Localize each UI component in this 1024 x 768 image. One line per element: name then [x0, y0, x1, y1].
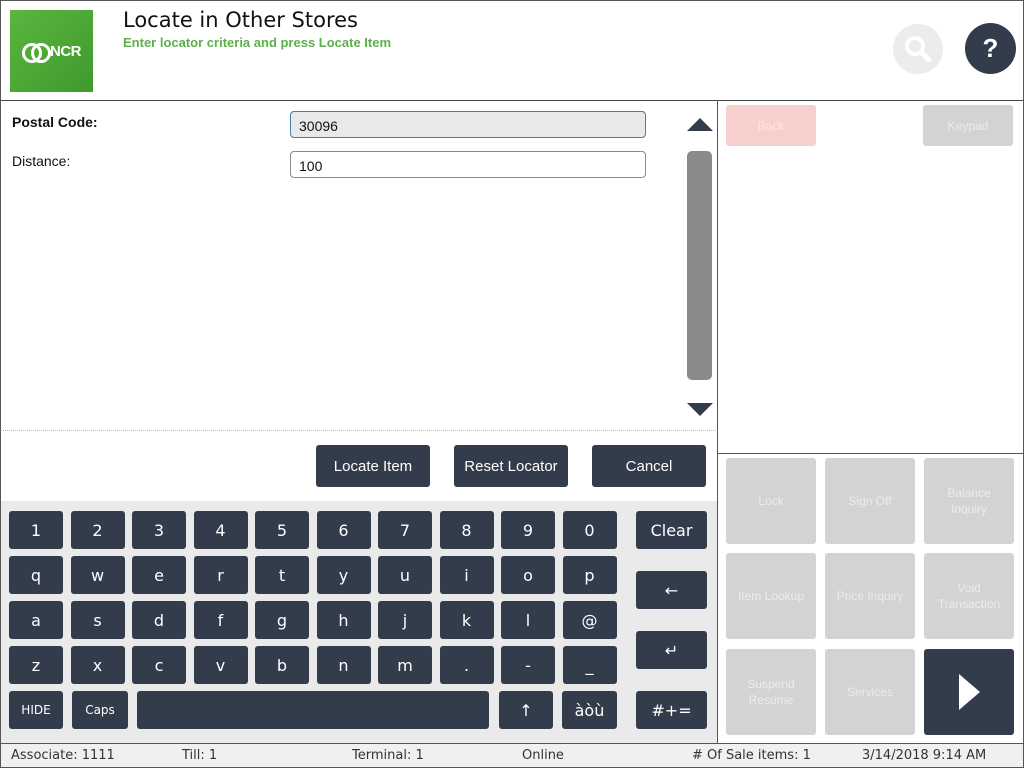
space-key[interactable] [137, 691, 489, 729]
status-connection: Online [522, 748, 564, 763]
postal-code-input[interactable]: 30096 [290, 111, 646, 138]
key-1-7[interactable]: 7 [378, 511, 432, 549]
key-4-8[interactable]: . [439, 646, 494, 684]
clear-key[interactable]: Clear [636, 511, 707, 549]
key-3-2[interactable]: s [70, 601, 125, 639]
right-panel-functions: Lock Sign Off Balance Inquiry Item Looku… [717, 454, 1024, 743]
keypad-button[interactable]: Keypad [923, 105, 1013, 146]
key-3-9[interactable]: l [501, 601, 555, 639]
search-icon [905, 36, 932, 63]
shift-key[interactable]: ↑ [499, 691, 553, 729]
key-2-8[interactable]: i [439, 556, 494, 594]
locator-form: Postal Code: 30096 Distance: 100 [0, 100, 718, 431]
backspace-key[interactable]: ← [636, 571, 707, 609]
scrollbar-thumb[interactable] [687, 151, 712, 380]
price-inquiry-button[interactable]: Price Inquiry [825, 553, 915, 639]
key-2-4[interactable]: r [193, 556, 248, 594]
services-button[interactable]: Services [825, 649, 915, 735]
key-3-4[interactable]: f [193, 601, 248, 639]
hide-key[interactable]: HIDE [9, 691, 63, 729]
page-title: Locate in Other Stores [123, 8, 358, 32]
ncr-logo-icon [22, 43, 51, 63]
symbols-key[interactable]: #+= [636, 691, 707, 729]
key-3-5[interactable]: g [255, 601, 309, 639]
accents-key[interactable]: àòù [562, 691, 617, 729]
key-2-9[interactable]: o [501, 556, 555, 594]
key-1-10[interactable]: 0 [562, 511, 617, 549]
key-1-8[interactable]: 8 [439, 511, 494, 549]
status-terminal: Terminal: 1 [352, 748, 424, 763]
key-4-5[interactable]: b [255, 646, 309, 684]
key-3-8[interactable]: k [439, 601, 494, 639]
key-2-10[interactable]: p [562, 556, 617, 594]
key-2-2[interactable]: w [70, 556, 125, 594]
key-4-10[interactable]: _ [562, 646, 617, 684]
key-2-7[interactable]: u [378, 556, 432, 594]
locate-item-button[interactable]: Locate Item [316, 445, 430, 487]
key-4-7[interactable]: m [378, 646, 432, 684]
enter-key[interactable]: ↵ [636, 631, 707, 669]
status-datetime: 3/14/2018 9:14 AM [862, 748, 987, 763]
key-1-6[interactable]: 6 [316, 511, 371, 549]
key-2-3[interactable]: e [132, 556, 186, 594]
status-bar: Associate: 1111 Till: 1 Terminal: 1 Onli… [0, 743, 1024, 768]
key-3-6[interactable]: h [316, 601, 371, 639]
item-lookup-button[interactable]: Item Lookup [726, 553, 816, 639]
logo-text: NCR [50, 42, 82, 60]
key-3-10[interactable]: @ [562, 601, 617, 639]
reset-locator-button[interactable]: Reset Locator [454, 445, 568, 487]
lock-button[interactable]: Lock [726, 458, 816, 544]
search-button[interactable] [893, 24, 943, 74]
distance-input[interactable]: 100 [290, 151, 646, 178]
help-button[interactable]: ? [965, 23, 1016, 74]
sign-off-button[interactable]: Sign Off [825, 458, 915, 544]
key-4-6[interactable]: n [316, 646, 371, 684]
key-1-1[interactable]: 1 [9, 511, 63, 549]
key-4-1[interactable]: z [9, 646, 63, 684]
caps-key[interactable]: Caps [72, 691, 128, 729]
key-1-5[interactable]: 5 [255, 511, 309, 549]
key-2-6[interactable]: y [316, 556, 371, 594]
key-1-4[interactable]: 4 [193, 511, 248, 549]
key-4-9[interactable]: - [501, 646, 555, 684]
status-associate: Associate: 1111 [11, 748, 115, 763]
key-2-5[interactable]: t [255, 556, 309, 594]
cancel-button[interactable]: Cancel [592, 445, 706, 487]
suspend-resume-button[interactable]: Suspend Resume [726, 649, 816, 735]
scroll-up-icon[interactable] [687, 118, 713, 131]
back-button[interactable]: Back [726, 105, 816, 146]
balance-inquiry-button[interactable]: Balance Inquiry [924, 458, 1014, 544]
page-subtitle: Enter locator criteria and press Locate … [123, 35, 392, 50]
key-3-3[interactable]: d [132, 601, 186, 639]
onscreen-keyboard: 1 2 3 4 5 6 7 8 9 0 q w e r t y u i o p a s d f g h j k l @ z x c v b n m. - _… [0, 501, 718, 743]
distance-label: Distance: [12, 153, 71, 169]
void-transaction-button[interactable]: Void Transaction [924, 553, 1014, 639]
next-page-button[interactable] [924, 649, 1014, 735]
key-1-3[interactable]: 3 [132, 511, 186, 549]
chevron-right-icon [959, 674, 980, 710]
key-2-1[interactable]: q [9, 556, 63, 594]
key-3-7[interactable]: j [378, 601, 432, 639]
key-4-2[interactable]: x [70, 646, 125, 684]
key-4-3[interactable]: c [132, 646, 186, 684]
key-1-2[interactable]: 2 [70, 511, 125, 549]
postal-code-label: Postal Code: [12, 114, 98, 130]
scroll-down-icon[interactable] [687, 403, 713, 416]
header-bar: NCR Locate in Other Stores Enter locator… [0, 0, 1024, 101]
ncr-logo: NCR [10, 10, 93, 92]
status-till: Till: 1 [182, 748, 218, 763]
key-1-9[interactable]: 9 [501, 511, 555, 549]
help-icon: ? [982, 33, 999, 63]
status-sale-items: # Of Sale items: 1 [692, 748, 811, 763]
right-panel-top: Back Keypad [717, 100, 1024, 454]
action-row: Locate Item Reset Locator Cancel [0, 431, 718, 501]
key-4-4[interactable]: v [193, 646, 248, 684]
key-3-1[interactable]: a [9, 601, 63, 639]
